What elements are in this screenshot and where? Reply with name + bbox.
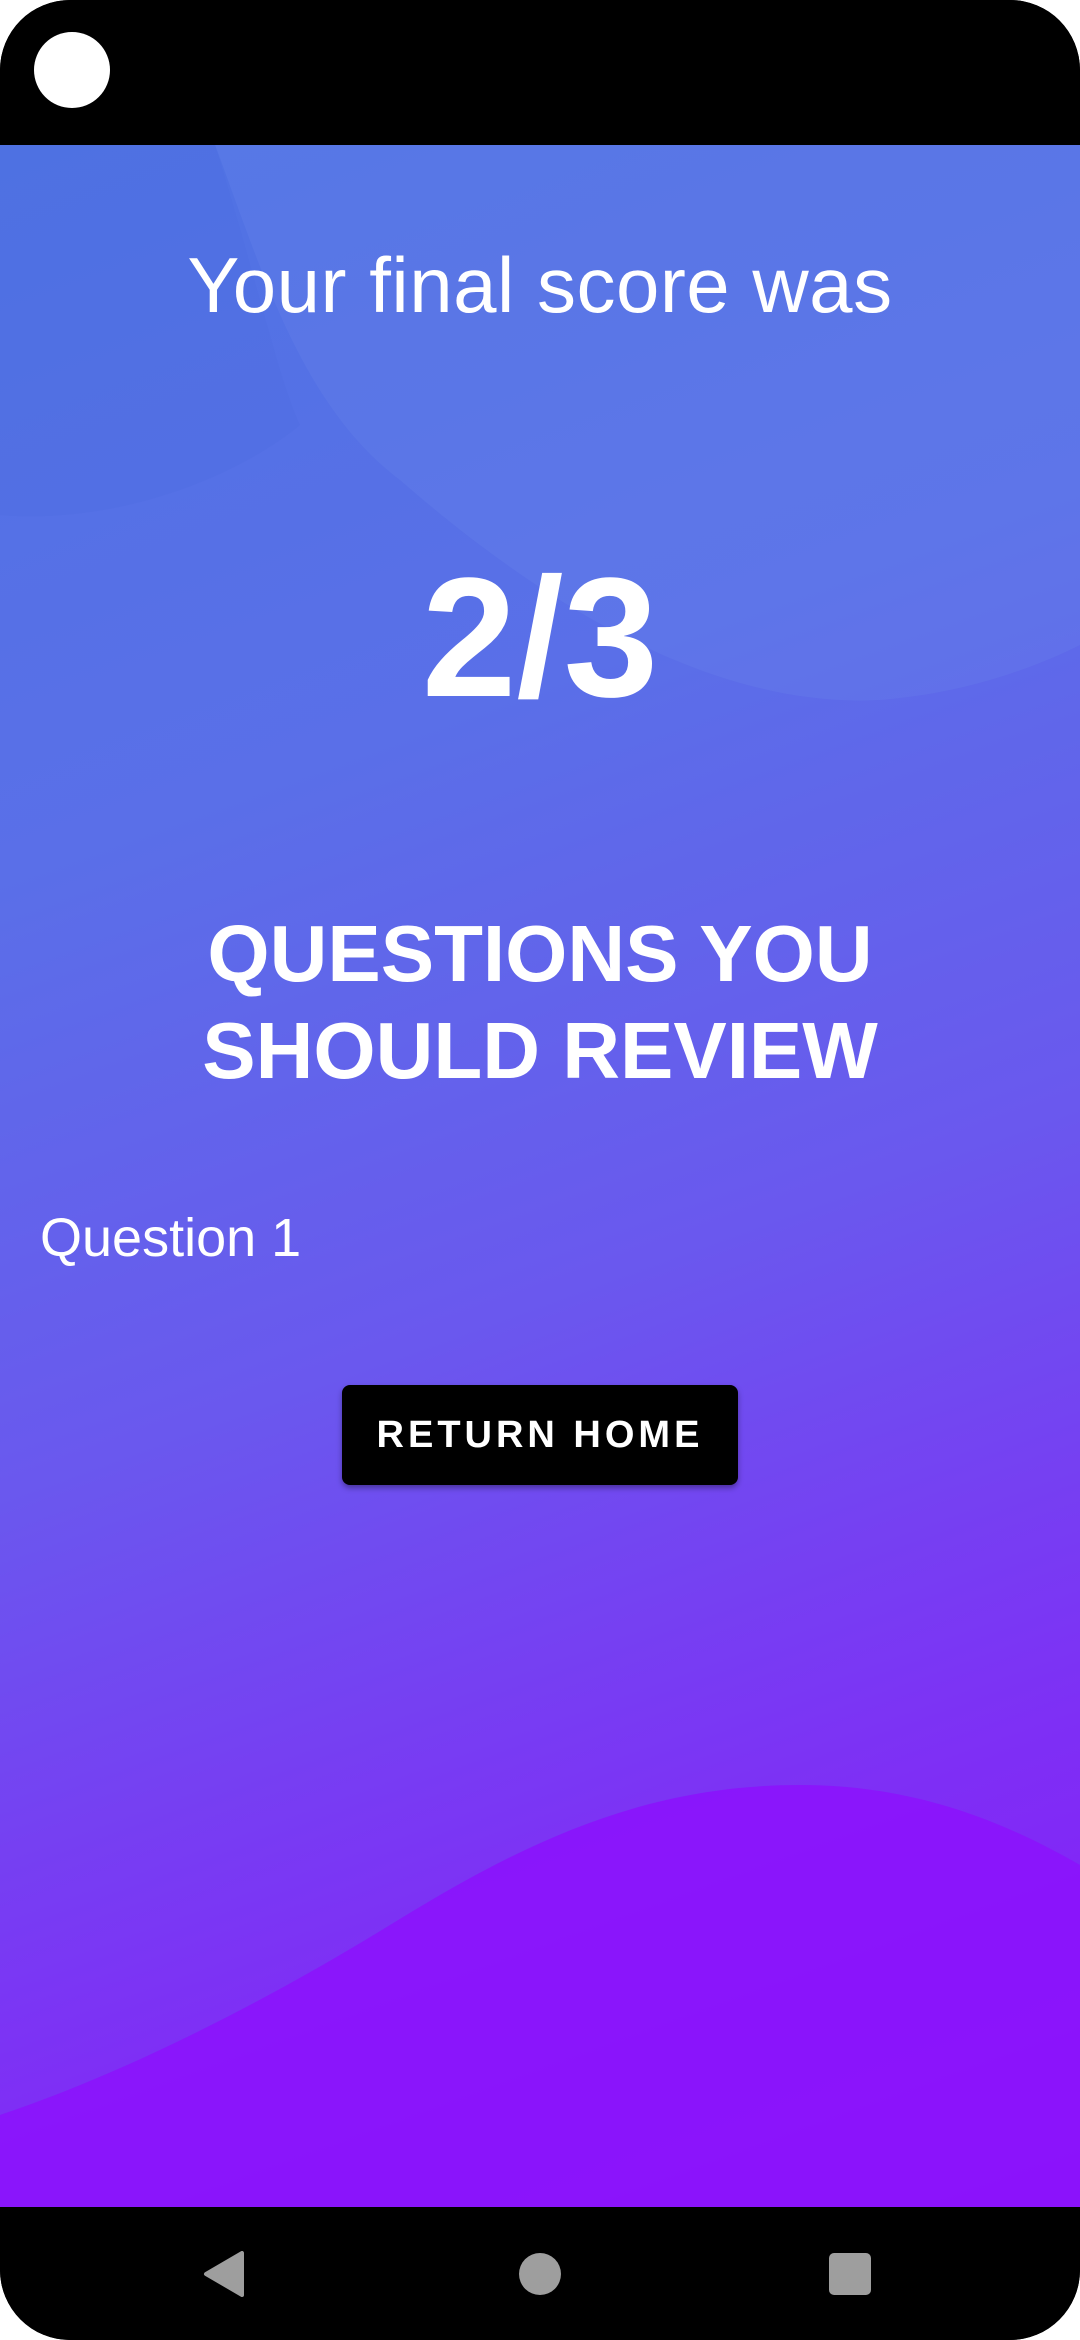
score-caption: Your final score was <box>187 241 893 329</box>
background-waves <box>0 145 1080 2207</box>
recents-square-icon[interactable] <box>829 2253 871 2295</box>
navigation-bar <box>0 2207 1080 2340</box>
final-score: 2/3 <box>421 543 659 733</box>
back-triangle-icon[interactable] <box>202 2251 246 2297</box>
return-home-button[interactable]: RETURN HOME <box>342 1385 738 1485</box>
review-heading: QUESTIONS YOU SHOULD REVIEW <box>202 909 878 1095</box>
phone-frame: Your final score was 2/3 QUESTIONS YOU S… <box>0 0 1080 2340</box>
results-screen: Your final score was 2/3 QUESTIONS YOU S… <box>0 145 1080 2207</box>
status-bar <box>0 0 1080 145</box>
review-question-item[interactable]: Question 1 <box>40 1207 301 1269</box>
camera-cutout-icon <box>34 32 110 108</box>
home-circle-icon[interactable] <box>519 2253 561 2295</box>
